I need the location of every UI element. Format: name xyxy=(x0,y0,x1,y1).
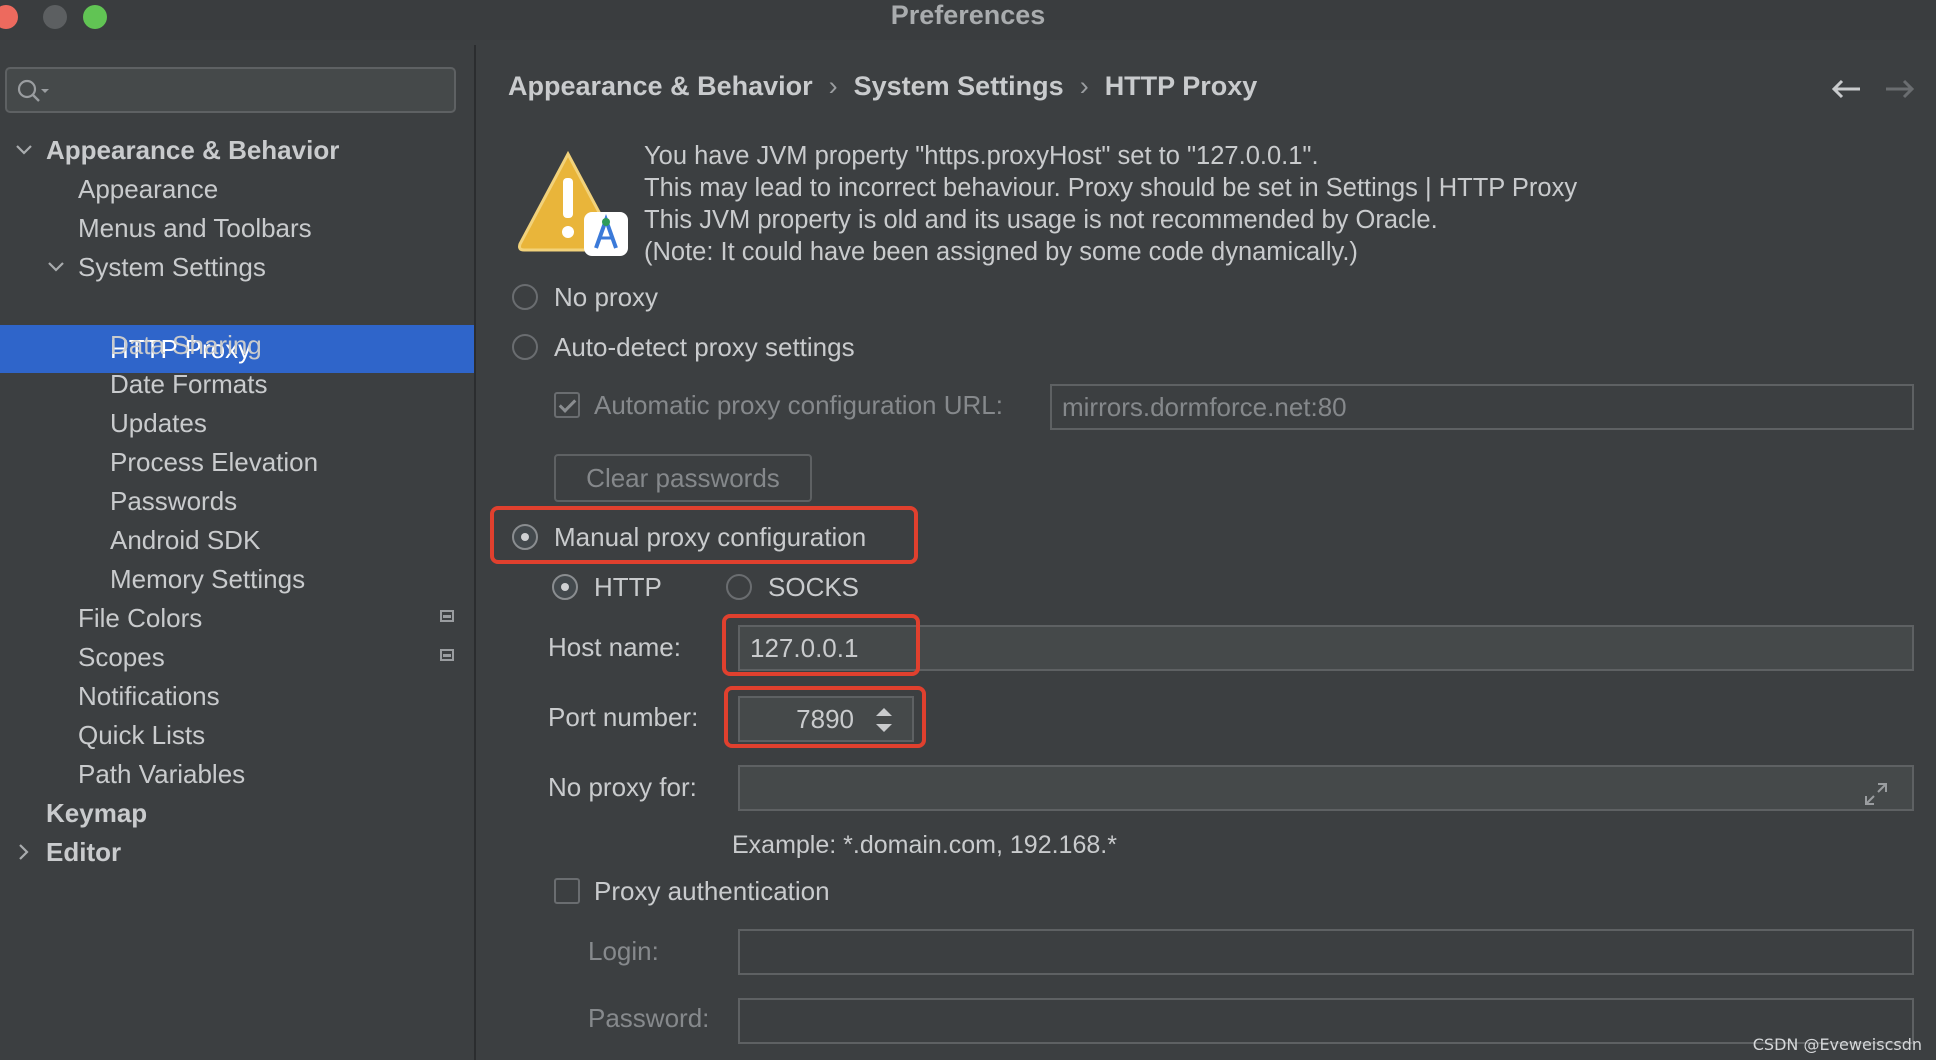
breadcrumb: Appearance & Behavior › System Settings › HT… xyxy=(508,70,1257,102)
jvm-proxy-warning: You have JVM property "https.proxyHost" … xyxy=(644,140,1577,268)
project-scope-icon xyxy=(440,649,454,661)
example-hint: Example: *.domain.com, 192.168.* xyxy=(732,831,1117,859)
forward-arrow-icon[interactable] xyxy=(1884,78,1916,100)
socks-radio[interactable] xyxy=(726,574,752,600)
chevron-down-icon xyxy=(16,145,32,155)
warning-line: You have JVM property "https.proxyHost" … xyxy=(644,142,1319,170)
proxy-authentication-checkbox[interactable] xyxy=(554,878,580,904)
breadcrumb-separator: › xyxy=(828,71,838,101)
password-label: Password: xyxy=(588,1003,710,1033)
breadcrumb-item[interactable]: HTTP Proxy xyxy=(1105,71,1258,101)
auto-config-url-label: Automatic proxy configuration URL: xyxy=(594,390,1003,420)
no-proxy-for-label: No proxy for: xyxy=(548,772,697,802)
warning-icon xyxy=(518,150,628,256)
breadcrumb-item[interactable]: System Settings xyxy=(854,71,1064,101)
chevron-down-icon xyxy=(48,262,64,272)
port-number-highlight xyxy=(724,686,926,748)
settings-search-input[interactable] xyxy=(5,67,456,113)
warning-line: This may lead to incorrect behaviour. Pr… xyxy=(644,174,1578,202)
http-label[interactable]: HTTP xyxy=(594,571,662,603)
clear-passwords-button[interactable]: Clear passwords xyxy=(554,454,812,502)
back-arrow-icon[interactable] xyxy=(1830,78,1862,100)
title-bar: Preferences xyxy=(0,0,1936,40)
window-title: Preferences xyxy=(890,0,1046,30)
proxy-authentication-label[interactable]: Proxy authentication xyxy=(594,875,830,907)
socks-label[interactable]: SOCKS xyxy=(768,571,859,603)
auto-detect-label[interactable]: Auto-detect proxy settings xyxy=(554,331,855,363)
http-radio[interactable] xyxy=(552,574,578,600)
chevron-right-icon xyxy=(19,844,29,860)
tree-item-editor[interactable]: Editor xyxy=(0,828,474,876)
breadcrumb-separator: › xyxy=(1079,71,1089,101)
settings-content: Appearance & Behavior › System Settings › HT… xyxy=(476,40,1936,1060)
no-proxy-radio[interactable] xyxy=(512,284,538,310)
password-input[interactable] xyxy=(738,998,1914,1044)
tree-item-label: Editor xyxy=(46,837,122,867)
host-name-highlight xyxy=(722,614,920,676)
expand-icon[interactable] xyxy=(1864,782,1888,806)
no-proxy-for-input[interactable] xyxy=(738,765,1914,811)
settings-sidebar: Appearance & Behavior Appearance Menus a… xyxy=(0,45,476,1060)
host-name-label: Host name: xyxy=(548,632,681,662)
login-label: Login: xyxy=(588,936,659,966)
search-icon xyxy=(17,79,49,102)
no-proxy-label[interactable]: No proxy xyxy=(554,281,658,313)
watermark: CSDN @Eveweiscsdn xyxy=(1752,1035,1922,1054)
auto-config-url-checkbox[interactable] xyxy=(554,392,580,418)
port-number-label: Port number: xyxy=(548,702,699,732)
tree-item-system-settings[interactable]: System Settings xyxy=(0,243,474,291)
login-input[interactable] xyxy=(738,929,1914,975)
tree-item-label: System Settings xyxy=(78,252,266,282)
warning-line: This JVM property is old and its usage i… xyxy=(644,206,1438,234)
warning-line: (Note: It could have been assigned by so… xyxy=(644,238,1358,266)
auto-config-url-input[interactable]: mirrors.dormforce.net:80 xyxy=(1050,384,1914,430)
auto-detect-radio[interactable] xyxy=(512,334,538,360)
project-scope-icon xyxy=(440,610,454,622)
manual-proxy-highlight xyxy=(490,506,918,564)
breadcrumb-item[interactable]: Appearance & Behavior xyxy=(508,71,813,101)
